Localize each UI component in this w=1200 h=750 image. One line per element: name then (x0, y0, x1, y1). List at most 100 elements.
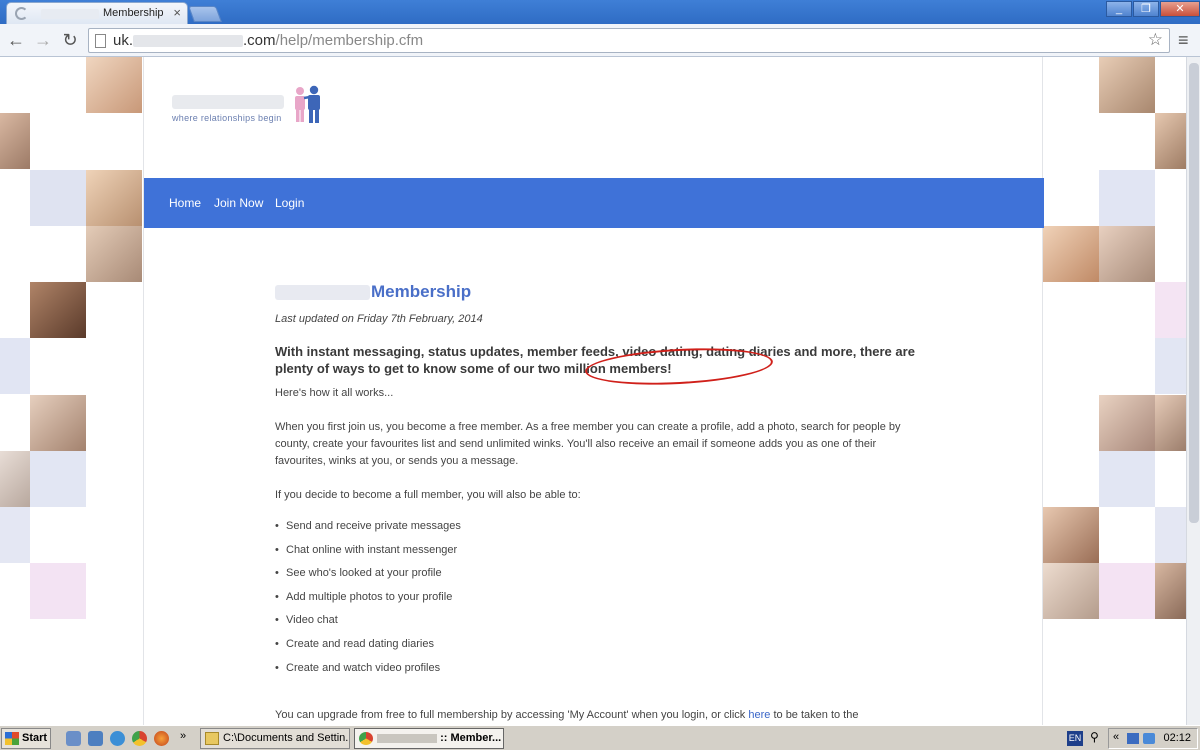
system-tray: « 02:12 (1108, 728, 1198, 749)
page-title: Membership (275, 282, 925, 304)
list-item: See who's looked at your profile (275, 567, 925, 591)
browser-toolbar: ← → ↻ uk. .com/help/membership.cfm ☆ ≡ (0, 24, 1200, 57)
free-member-paragraph: When you first join us, you become a fre… (275, 421, 901, 467)
network-icon[interactable] (1127, 733, 1139, 744)
minimize-button[interactable]: _ (1106, 1, 1132, 17)
last-updated: Last updated on Friday 7th February, 201… (275, 313, 483, 325)
chrome-icon[interactable] (132, 731, 147, 746)
logo-tagline: where relationships begin (172, 113, 282, 123)
language-indicator[interactable]: EN (1067, 731, 1083, 746)
member-photo (1155, 563, 1186, 619)
member-photo (1099, 226, 1155, 282)
tray-app-icon[interactable] (1143, 733, 1155, 744)
nav-home[interactable]: Home (169, 196, 201, 210)
site-logo[interactable]: where relationships begin (172, 83, 322, 127)
color-tile (0, 338, 30, 394)
couple-logo-icon (295, 85, 320, 123)
address-bar[interactable]: uk. .com/help/membership.cfm ☆ (88, 28, 1170, 53)
member-photo (0, 451, 30, 507)
member-photo (1155, 395, 1186, 451)
list-item: Create and read dating diaries (275, 638, 925, 662)
member-photo (0, 113, 30, 169)
language-options-icon[interactable]: ⚲ (1090, 730, 1099, 744)
folder-icon (205, 732, 219, 745)
color-tile (1155, 338, 1186, 394)
member-photo (30, 282, 86, 338)
member-photo (1099, 57, 1155, 113)
internet-explorer-icon[interactable] (110, 731, 125, 746)
member-photo (1043, 507, 1099, 563)
color-tile (1155, 282, 1186, 338)
lead-text: With instant messaging, status updates, … (275, 343, 925, 389)
restore-button[interactable]: ❐ (1133, 1, 1159, 17)
media-player-icon[interactable] (88, 731, 103, 746)
tray-expand-icon[interactable]: « (1113, 731, 1119, 743)
bookmark-star-icon[interactable]: ☆ (1148, 30, 1163, 50)
page-viewport: where relationships begin Home Join Now … (0, 57, 1186, 725)
show-desktop-icon[interactable] (66, 731, 81, 746)
list-item: Add multiple photos to your profile (275, 591, 925, 615)
firefox-icon[interactable] (154, 731, 169, 746)
redacted-domain (133, 35, 244, 48)
page-container: where relationships begin Home Join Now … (143, 57, 1044, 725)
taskbar: Start » C:\Documents and Settin... :: Me… (0, 725, 1200, 750)
member-photo (1043, 563, 1099, 619)
back-icon[interactable]: ← (5, 29, 27, 51)
redacted-site-name (275, 285, 370, 300)
member-photo (1043, 226, 1099, 282)
color-tile (30, 563, 86, 619)
nav-login[interactable]: Login (275, 196, 304, 210)
new-tab-button[interactable] (188, 6, 222, 22)
nav-join-now[interactable]: Join Now (214, 196, 263, 210)
color-tile (30, 170, 86, 226)
site-nav: Home Join Now Login (144, 178, 1044, 228)
full-member-intro: If you decide to become a full member, y… (275, 489, 581, 501)
member-photo (86, 57, 142, 113)
forward-icon[interactable]: → (32, 29, 54, 51)
clock: 02:12 (1163, 732, 1191, 744)
scrollbar-thumb[interactable] (1189, 63, 1199, 523)
close-tab-icon[interactable]: × (173, 5, 181, 20)
start-button[interactable]: Start (1, 728, 51, 749)
reload-icon[interactable]: ↻ (59, 29, 81, 51)
menu-icon[interactable]: ≡ (1178, 30, 1189, 51)
color-tile (1099, 451, 1155, 507)
vertical-scrollbar[interactable] (1186, 57, 1200, 725)
color-tile (30, 451, 86, 507)
right-photo-strip (1043, 57, 1186, 725)
page-icon (95, 34, 106, 48)
color-tile (1099, 170, 1155, 226)
url-text: uk. .com/help/membership.cfm (113, 32, 424, 49)
how-it-works: Here's how it all works... (275, 387, 394, 399)
list-item: Send and receive private messages (275, 520, 925, 544)
browser-tab[interactable]: Membership × (6, 2, 188, 24)
loading-icon (15, 7, 28, 20)
member-photo (86, 226, 142, 282)
windows-logo-icon (5, 732, 19, 745)
member-photo (86, 170, 142, 226)
redacted-site-name (41, 9, 99, 19)
list-item: Create and watch video profiles (275, 662, 925, 686)
upgrade-here-link[interactable]: here (748, 709, 770, 721)
tab-title: Membership (103, 7, 164, 19)
feature-list: Send and receive private messages Chat o… (275, 520, 925, 685)
color-tile (1099, 563, 1155, 619)
member-photo (1155, 113, 1186, 169)
member-photo (30, 395, 86, 451)
color-tile (0, 507, 30, 563)
color-tile (1155, 507, 1186, 563)
list-item: Chat online with instant messenger (275, 544, 925, 568)
close-window-button[interactable]: ✕ (1160, 1, 1200, 17)
quick-launch-more-icon[interactable]: » (180, 730, 186, 742)
redacted-logo-text (172, 95, 284, 109)
browser-titlebar: Membership × _ ❐ ✕ (0, 0, 1200, 24)
member-photo (1099, 395, 1155, 451)
taskbar-explorer[interactable]: C:\Documents and Settin... (200, 728, 350, 749)
taskbar-browser[interactable]: :: Member... (354, 728, 504, 749)
list-item: Video chat (275, 614, 925, 638)
article: Membership Last updated on Friday 7th Fe… (275, 282, 925, 724)
redacted-site-name (377, 733, 437, 743)
chrome-icon (359, 732, 373, 745)
left-photo-strip (0, 57, 143, 725)
upgrade-paragraph: You can upgrade from free to full member… (275, 709, 859, 722)
